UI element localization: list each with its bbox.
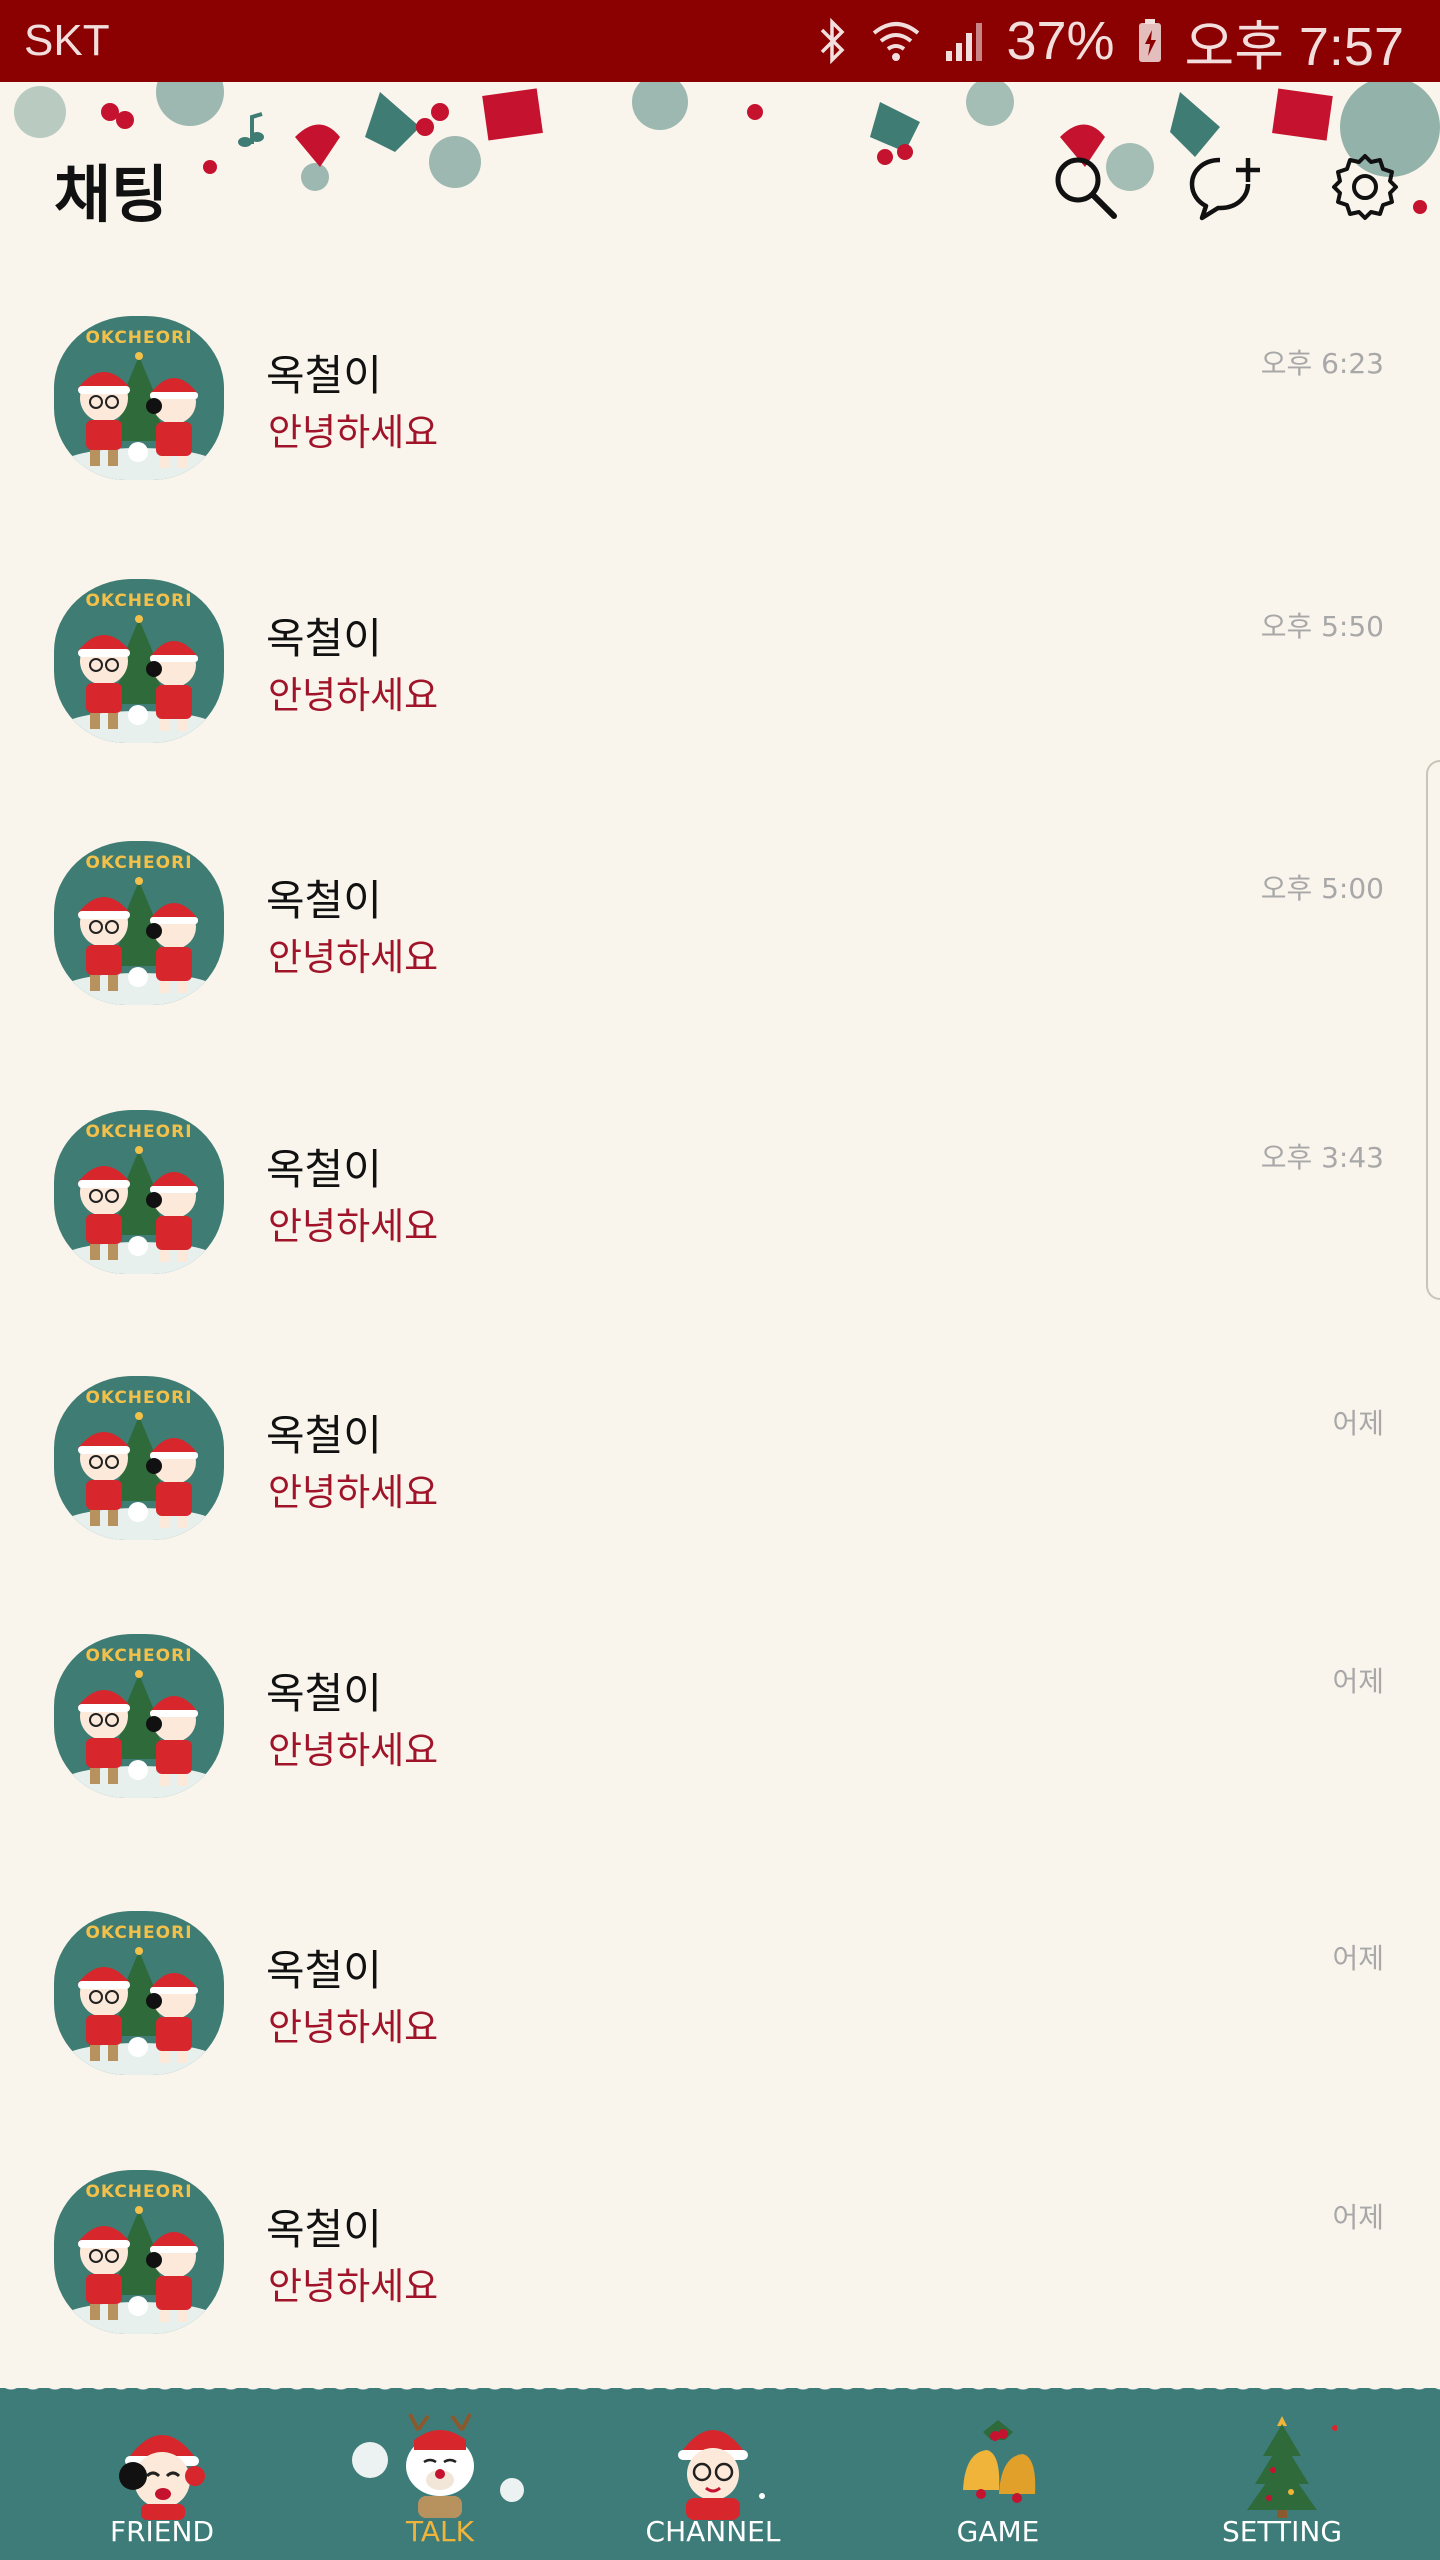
avatar-brand-text: OKCHEORI	[85, 853, 193, 873]
chat-name: 옥철이	[266, 614, 382, 663]
chat-name: 옥철이	[266, 1145, 382, 1194]
avatar-brand-text: OKCHEORI	[85, 2182, 193, 2202]
avatar-brand-text: OKCHEORI	[85, 328, 193, 348]
nav-label: SETTING	[1221, 2515, 1343, 2548]
battery-charging-icon	[1137, 18, 1163, 64]
chat-timestamp: 오후 5:00	[1260, 872, 1384, 905]
chat-last-message: 안녕하세요	[268, 1205, 439, 1248]
nav-tab-game[interactable]: GAME	[858, 2388, 1138, 2560]
settings-icon	[1332, 154, 1398, 220]
chat-name: 옥철이	[266, 351, 382, 400]
chat-last-message: 안녕하세요	[268, 936, 439, 979]
page-title: 채팅	[54, 158, 169, 231]
avatar[interactable]: OKCHEORI	[54, 1634, 224, 1798]
avatar[interactable]: OKCHEORI	[54, 1110, 224, 1274]
avatar[interactable]: OKCHEORI	[54, 1911, 224, 2075]
bluetooth-icon	[818, 18, 848, 64]
nav-tab-channel[interactable]: CHANNEL	[573, 2388, 853, 2560]
new-chat-button[interactable]	[1180, 142, 1270, 232]
battery-percentage: 37%	[1006, 11, 1115, 71]
christmas-tree-icon	[1227, 2410, 1338, 2524]
wifi-icon	[870, 19, 922, 63]
chat-timestamp: 오후 5:50	[1260, 610, 1384, 643]
nav-label: CHANNEL	[645, 2515, 781, 2548]
chat-list-item[interactable]: OKCHEORI 옥철이 안녕하세요 어제	[0, 2156, 1440, 2376]
chat-list-item[interactable]: OKCHEORI 옥철이 안녕하세요 어제	[0, 1897, 1440, 2117]
signal-icon	[944, 19, 984, 63]
settings-button[interactable]	[1320, 142, 1410, 232]
new-chat-icon	[1189, 157, 1260, 221]
chat-name: 옥철이	[266, 1411, 382, 1460]
header-actions	[1040, 142, 1410, 232]
chat-name: 옥철이	[266, 1946, 382, 1995]
chat-last-message: 안녕하세요	[268, 2265, 439, 2308]
chat-list-item[interactable]: OKCHEORI 옥철이 안녕하세요 오후 5:50	[0, 565, 1440, 785]
chat-name: 옥철이	[266, 1669, 382, 1718]
avatar-brand-text: OKCHEORI	[85, 1646, 193, 1666]
santa-boy-icon	[658, 2410, 768, 2524]
avatar-brand-text: OKCHEORI	[85, 591, 193, 611]
chat-name: 옥철이	[266, 2205, 382, 2254]
clock: 오후 7:57	[1184, 16, 1404, 77]
nav-label: GAME	[956, 2515, 1040, 2548]
chat-last-message: 안녕하세요	[268, 1471, 439, 1514]
chat-timestamp: 어제	[1332, 1942, 1384, 1975]
scrollbar[interactable]	[1426, 760, 1440, 1300]
chat-timestamp: 어제	[1332, 1665, 1384, 1698]
avatar-brand-text: OKCHEORI	[85, 1122, 193, 1142]
bells-icon	[943, 2410, 1053, 2524]
chat-last-message: 안녕하세요	[268, 674, 439, 717]
nav-tab-friend[interactable]: FRIEND	[22, 2388, 302, 2560]
avatar[interactable]: OKCHEORI	[54, 316, 224, 480]
status-bar: SKT 37% 오후 7:57	[0, 0, 1440, 82]
chat-last-message: 안녕하세요	[268, 2006, 439, 2049]
bottom-navigation: FRIEND TALK CHANNEL GAME SETTING	[0, 2378, 1440, 2560]
avatar[interactable]: OKCHEORI	[54, 841, 224, 1005]
avatar[interactable]: OKCHEORI	[54, 1376, 224, 1540]
avatar-brand-text: OKCHEORI	[85, 1388, 193, 1408]
santa-girl-icon	[107, 2410, 217, 2524]
carrier-label: SKT	[24, 16, 110, 65]
reindeer-icon	[340, 2410, 540, 2524]
avatar[interactable]: OKCHEORI	[54, 579, 224, 743]
status-indicators: 37% 오후 7:57	[818, 2, 1404, 81]
chat-list-item[interactable]: OKCHEORI 옥철이 안녕하세요 어제	[0, 1620, 1440, 1840]
chat-last-message: 안녕하세요	[268, 411, 439, 454]
chat-timestamp: 어제	[1332, 2201, 1384, 2234]
nav-label: FRIEND	[109, 2515, 214, 2548]
nav-label: TALK	[405, 2515, 475, 2548]
header: 채팅	[0, 82, 1440, 252]
avatar-brand-text: OKCHEORI	[85, 1923, 193, 1943]
nav-tab-setting[interactable]: SETTING	[1142, 2388, 1422, 2560]
chat-list-item[interactable]: OKCHEORI 옥철이 안녕하세요 오후 5:00	[0, 827, 1440, 1047]
chat-list-item[interactable]: OKCHEORI 옥철이 안녕하세요 어제	[0, 1362, 1440, 1582]
chat-name: 옥철이	[266, 876, 382, 925]
search-button[interactable]	[1040, 142, 1130, 232]
chat-timestamp: 어제	[1332, 1407, 1384, 1440]
chat-last-message: 안녕하세요	[268, 1729, 439, 1772]
search-icon	[1055, 157, 1117, 219]
avatar[interactable]: OKCHEORI	[54, 2170, 224, 2334]
chat-timestamp: 오후 3:43	[1260, 1141, 1384, 1174]
nav-tab-talk[interactable]: TALK	[300, 2388, 580, 2560]
chat-list-item[interactable]: OKCHEORI 옥철이 안녕하세요 오후 6:23	[0, 302, 1440, 522]
chat-timestamp: 오후 6:23	[1260, 347, 1384, 380]
chat-list-item[interactable]: OKCHEORI 옥철이 안녕하세요 오후 3:43	[0, 1096, 1440, 1316]
